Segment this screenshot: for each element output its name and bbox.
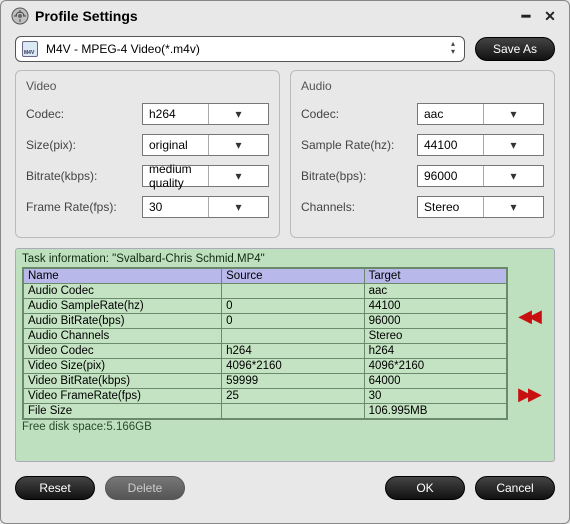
chevron-down-icon[interactable]: ▾ [483,135,543,155]
video-bitrate-select[interactable]: medium quality▾ [142,165,269,187]
window-title: Profile Settings [35,8,511,24]
cell-source [222,284,364,299]
col-target: Target [364,269,506,284]
chevron-down-icon[interactable]: ▾ [208,104,268,124]
reset-button[interactable]: Reset [15,476,95,500]
table-row: Video Codech264h264 [24,344,507,359]
audio-codec-label: Codec: [301,107,411,121]
audio-samplerate-label: Sample Rate(hz): [301,138,411,152]
prev-button[interactable]: ◀◀ [518,306,538,327]
cell-source: 0 [222,299,364,314]
close-button[interactable]: ✕ [541,7,559,25]
table-row: Video FrameRate(fps)2530 [24,389,507,404]
cell-target: 44100 [364,299,506,314]
table-row: Audio SampleRate(hz)044100 [24,299,507,314]
cell-target: aac [364,284,506,299]
audio-bitrate-label: Bitrate(bps): [301,169,411,183]
chevron-down-icon[interactable]: ▾ [483,104,543,124]
cell-name: Audio SampleRate(hz) [24,299,222,314]
cell-source [222,329,364,344]
cell-target: h264 [364,344,506,359]
video-framerate-label: Frame Rate(fps): [26,200,136,214]
chevron-down-icon[interactable]: ▾ [483,197,543,217]
cancel-button[interactable]: Cancel [475,476,555,500]
save-as-button[interactable]: Save As [475,37,555,61]
table-row: Video BitRate(kbps)5999964000 [24,374,507,389]
cell-name: File Size [24,404,222,419]
video-size-label: Size(pix): [26,138,136,152]
free-disk-space: Free disk space:5.166GB [22,420,508,434]
profile-selected-text: M4V - MPEG-4 Video(*.m4v) [42,42,442,56]
audio-channels-select[interactable]: Stereo▾ [417,196,544,218]
chevron-down-icon[interactable]: ▾ [208,197,268,217]
delete-button: Delete [105,476,185,500]
cell-target: Stereo [364,329,506,344]
profile-select[interactable]: M4V - MPEG-4 Video(*.m4v) ▴ ▾ [15,36,465,62]
cell-name: Video Size(pix) [24,359,222,374]
minimize-button[interactable]: ━ [517,7,535,25]
cell-target: 4096*2160 [364,359,506,374]
audio-samplerate-select[interactable]: 44100▾ [417,134,544,156]
cell-source: 4096*2160 [222,359,364,374]
cell-target: 96000 [364,314,506,329]
cell-target: 106.995MB [364,404,506,419]
ok-button[interactable]: OK [385,476,465,500]
audio-bitrate-select[interactable]: 96000▾ [417,165,544,187]
cell-source: h264 [222,344,364,359]
table-row: Audio BitRate(bps)096000 [24,314,507,329]
video-bitrate-label: Bitrate(kbps): [26,169,136,183]
cell-name: Audio BitRate(bps) [24,314,222,329]
profile-down-icon[interactable]: ▾ [446,49,460,57]
table-row: Audio Channels Stereo [24,329,507,344]
chevron-down-icon[interactable]: ▾ [483,166,543,186]
chevron-down-icon[interactable]: ▾ [208,135,268,155]
audio-panel-title: Audio [301,79,544,93]
audio-codec-select[interactable]: aac▾ [417,103,544,125]
cell-name: Video Codec [24,344,222,359]
cell-name: Audio Channels [24,329,222,344]
cell-name: Audio Codec [24,284,222,299]
app-icon [11,7,29,25]
cell-source: 0 [222,314,364,329]
cell-source: 25 [222,389,364,404]
video-panel-title: Video [26,79,269,93]
cell-source: 59999 [222,374,364,389]
video-codec-label: Codec: [26,107,136,121]
table-row: File Size 106.995MB [24,404,507,419]
cell-target: 30 [364,389,506,404]
m4v-icon [22,41,38,57]
col-source: Source [222,269,364,284]
video-framerate-select[interactable]: 30▾ [142,196,269,218]
cell-name: Video FrameRate(fps) [24,389,222,404]
video-codec-select[interactable]: h264▾ [142,103,269,125]
cell-name: Video BitRate(kbps) [24,374,222,389]
task-info-title: Task information: "Svalbard-Chris Schmid… [22,253,508,267]
video-size-select[interactable]: original▾ [142,134,269,156]
cell-source [222,404,364,419]
audio-channels-label: Channels: [301,200,411,214]
next-button[interactable]: ▶▶ [518,384,538,405]
cell-target: 64000 [364,374,506,389]
chevron-down-icon[interactable]: ▾ [208,166,268,186]
table-row: Audio Codec aac [24,284,507,299]
task-info-table: Name Source Target Audio CodecaacAudio S… [23,268,507,419]
col-name: Name [24,269,222,284]
table-row: Video Size(pix)4096*21604096*2160 [24,359,507,374]
